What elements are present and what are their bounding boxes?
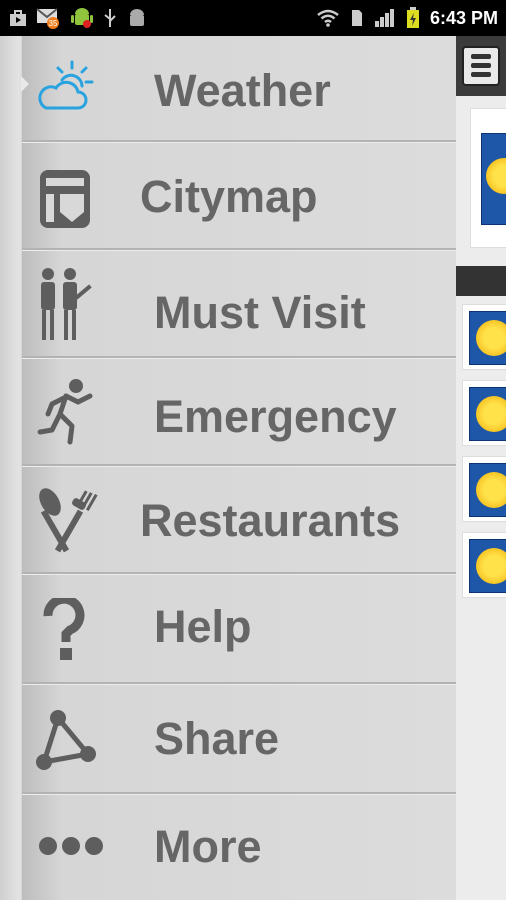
share-icon: [36, 710, 96, 770]
drawer-edge: [0, 36, 23, 900]
forecast-header: [456, 266, 506, 296]
email-icon: 35: [36, 8, 59, 29]
side-menu: Weather Citymap Must Visit Emergency Res…: [21, 36, 456, 900]
must-visit-icon: [41, 268, 92, 340]
battery-icon: [406, 7, 419, 28]
android-debug-icon: [130, 9, 144, 26]
usb-icon: [104, 9, 116, 27]
content-peek: [456, 36, 506, 900]
clock: 6:43 PM: [429, 7, 498, 28]
sun-icon: [469, 387, 506, 441]
sim-icon: [351, 10, 362, 26]
menu-label-citymap: Citymap: [140, 171, 318, 222]
menu-item-must-visit[interactable]: Must Visit: [22, 250, 456, 358]
signal-icon: [374, 9, 394, 27]
menu-item-restaurants[interactable]: Restaurants: [22, 466, 456, 574]
briefcase-icon: [10, 10, 26, 26]
wifi-icon: [317, 9, 339, 27]
menu-item-more[interactable]: More: [22, 794, 456, 900]
sun-icon: [469, 539, 506, 593]
current-weather-card: [470, 108, 506, 248]
menu-label-share: Share: [154, 713, 280, 764]
weather-sun-icon: [481, 133, 506, 225]
menu-label-emergency: Emergency: [154, 391, 397, 442]
menu-item-citymap[interactable]: Citymap: [22, 142, 456, 250]
help-icon: [43, 598, 85, 660]
app-header: [456, 36, 506, 96]
more-icon: [39, 837, 103, 855]
menu-toggle-button[interactable]: [462, 46, 500, 86]
android-icon: [71, 8, 93, 28]
menu-label-must-visit: Must Visit: [154, 287, 366, 338]
sun-icon: [469, 463, 506, 517]
menu-label-restaurants: Restaurants: [140, 495, 401, 546]
forecast-row: [462, 532, 506, 598]
menu-item-emergency[interactable]: Emergency: [22, 358, 456, 466]
menu-item-share[interactable]: Share: [22, 684, 456, 794]
menu-label-more: More: [154, 821, 262, 872]
sun-icon: [469, 311, 506, 365]
menu-item-help[interactable]: Help: [22, 574, 456, 684]
forecast-row: [462, 380, 506, 446]
forecast-row: [462, 304, 506, 370]
menu-label-help: Help: [154, 601, 252, 652]
forecast-row: [462, 456, 506, 522]
citymap-icon: [40, 170, 90, 228]
menu-label-weather: Weather: [154, 65, 331, 116]
restaurants-icon: [39, 488, 98, 553]
notification-badge: 35: [49, 19, 58, 28]
emergency-icon: [37, 379, 93, 445]
status-bar: 35 6:43 PM: [0, 0, 506, 36]
menu-item-weather[interactable]: Weather: [21, 36, 456, 142]
selected-indicator: [21, 76, 29, 92]
weather-icon: [38, 60, 94, 110]
